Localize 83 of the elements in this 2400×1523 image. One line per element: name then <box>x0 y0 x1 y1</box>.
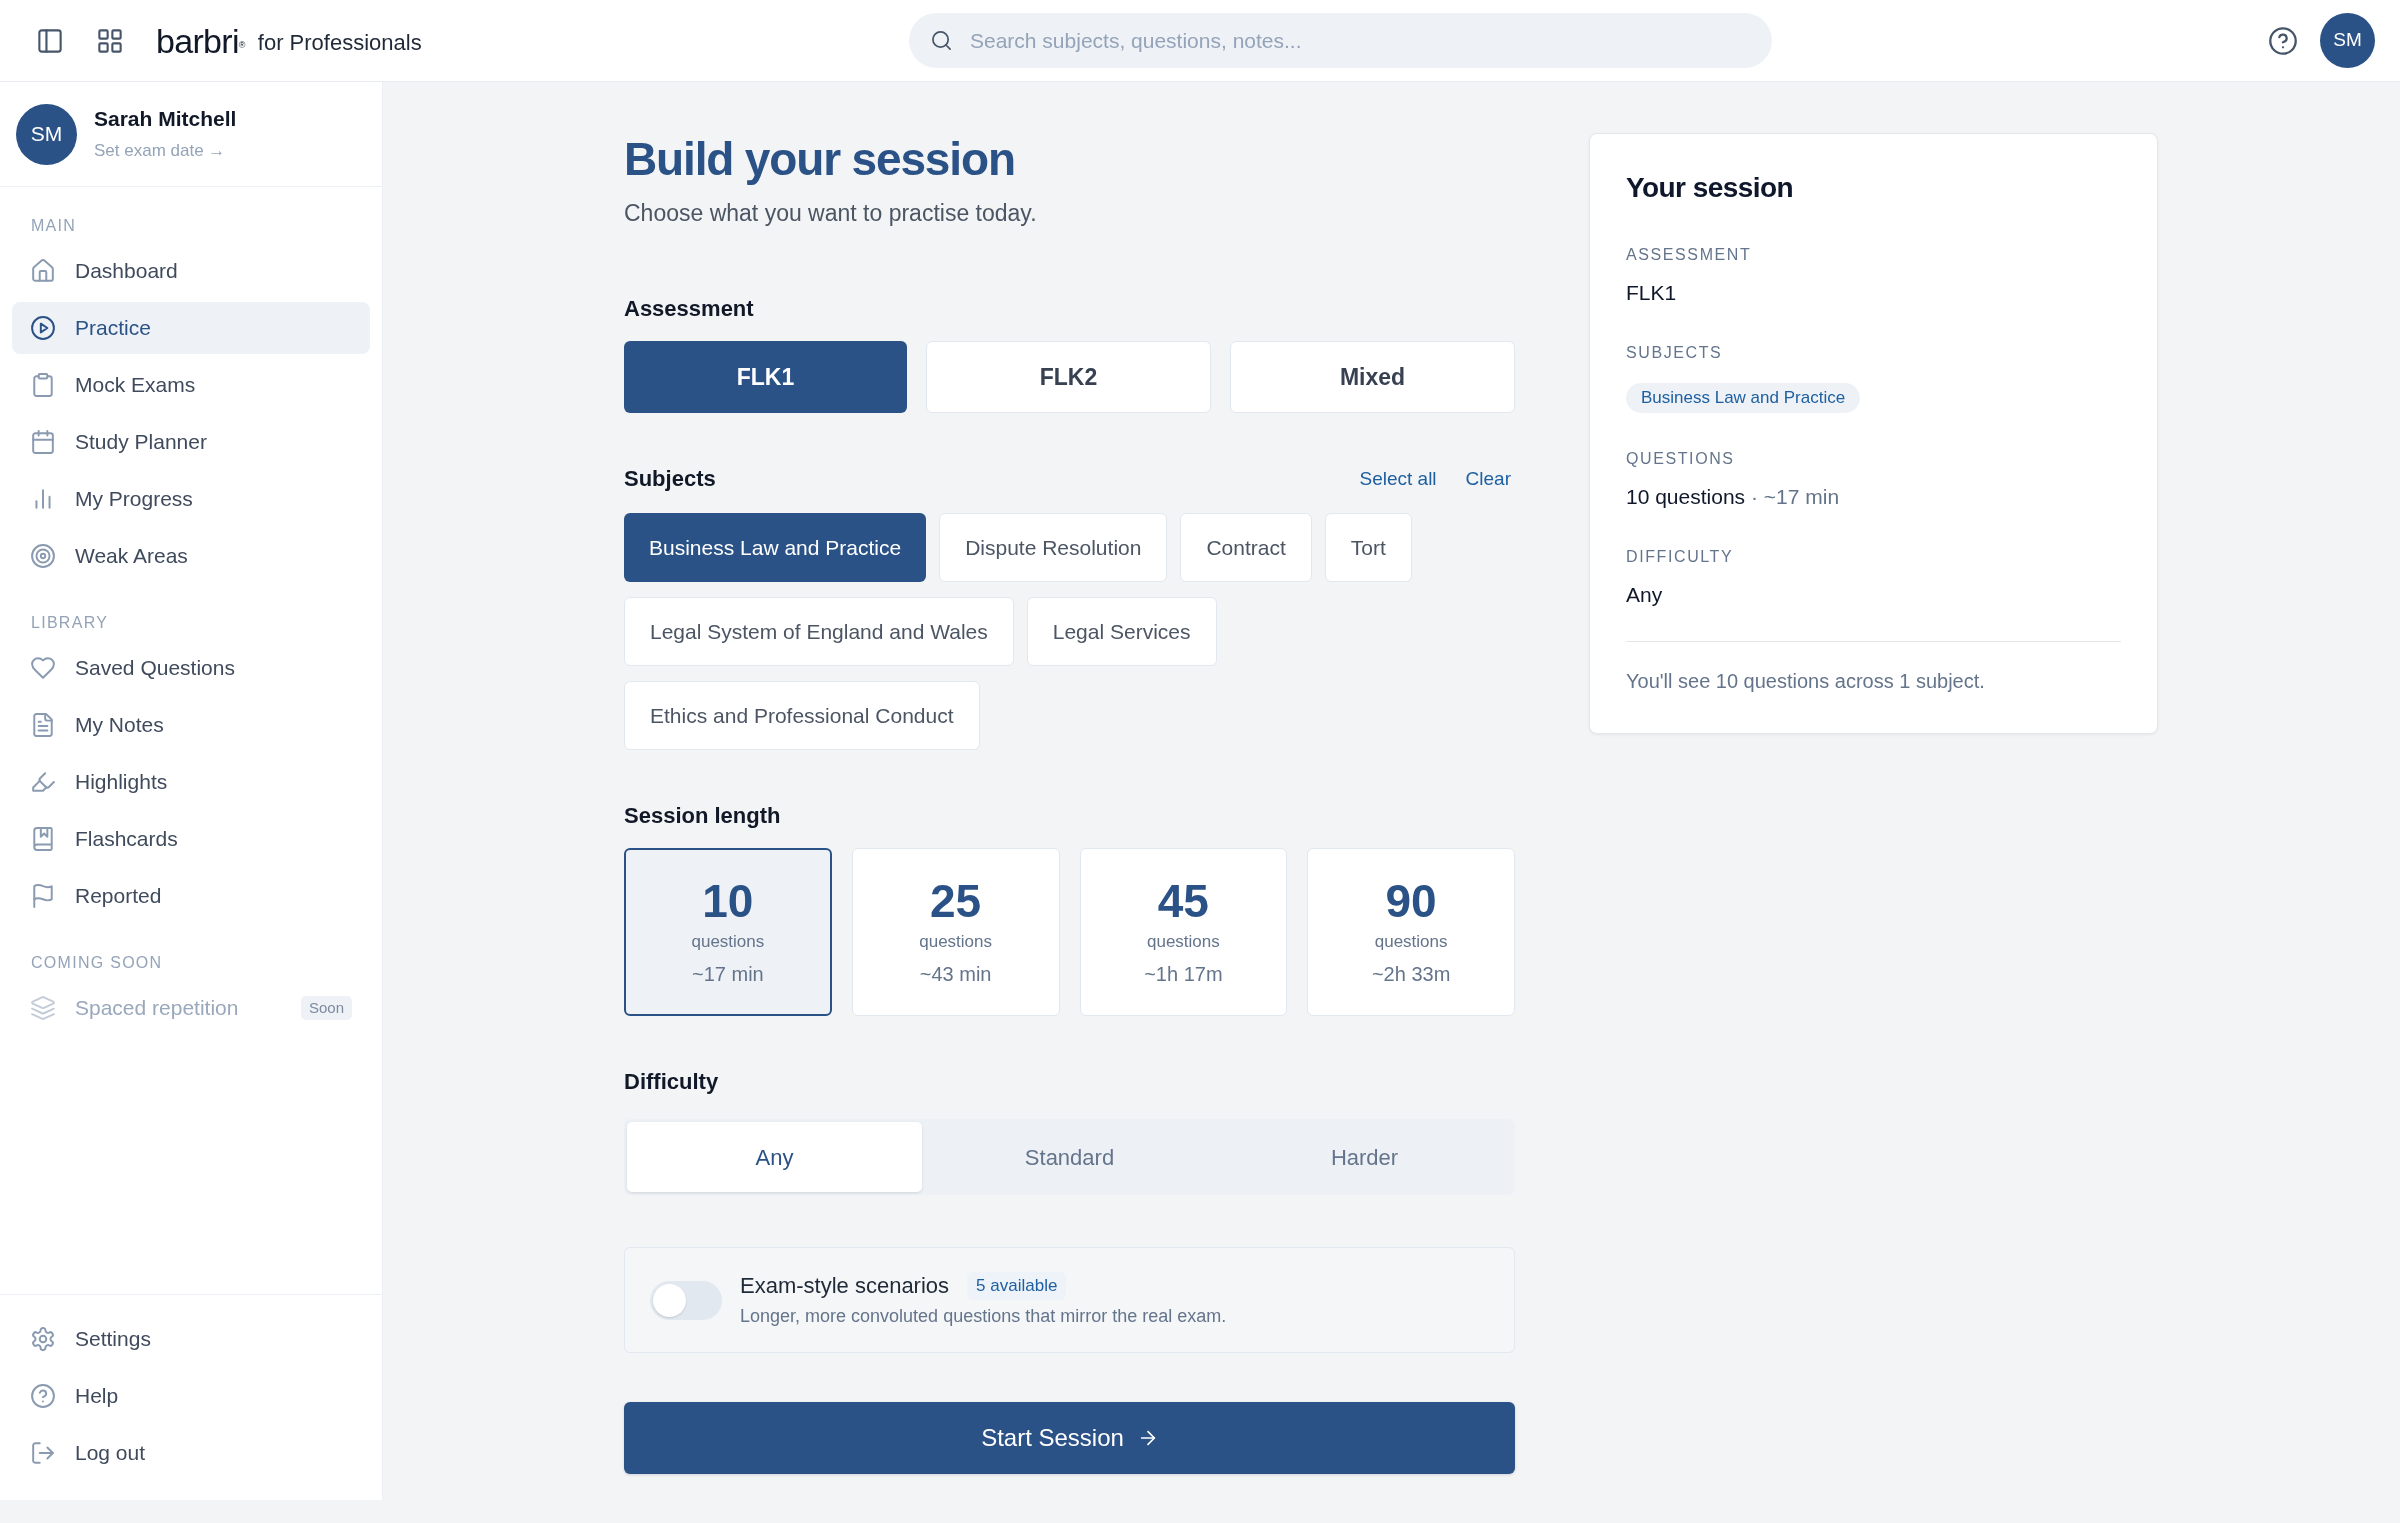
subject-chip[interactable]: Ethics and Professional Conduct <box>624 681 980 750</box>
session-length-option[interactable]: 25 questions ~43 min <box>851 848 1060 1016</box>
field-value: Any <box>1626 582 1663 608</box>
document-icon <box>31 713 55 737</box>
field-label: QUESTIONS <box>1626 449 1735 469</box>
highlighter-icon <box>31 770 55 794</box>
field-label: SUBJECTS <box>1626 343 1723 363</box>
nav-item[interactable]: Flashcards <box>12 813 370 865</box>
nav-item[interactable]: My Progress <box>12 473 370 525</box>
nav-item[interactable]: Saved Questions <box>12 642 370 694</box>
layers-icon <box>31 996 55 1020</box>
nav-item[interactable]: Log out <box>12 1427 370 1479</box>
play-circle-icon <box>31 316 55 340</box>
help-icon <box>31 1384 55 1408</box>
panel-title: Your session <box>1626 171 1794 205</box>
brand-tagline: for Professionals <box>257 28 422 57</box>
field-value: FLK1 <box>1626 280 1677 306</box>
nav-item: Spaced repetition Soon <box>12 982 370 1034</box>
nav-item[interactable]: Help <box>12 1370 370 1422</box>
action-link[interactable]: Select all <box>1359 466 1437 492</box>
section-label: MAIN <box>31 216 77 236</box>
difficulty-option[interactable]: Harder <box>1217 1122 1512 1192</box>
action-link[interactable]: Clear <box>1465 466 1511 492</box>
section-label: LIBRARY <box>31 613 109 633</box>
page-title: Build your session <box>624 132 1015 187</box>
section-label: Session length <box>624 802 781 830</box>
nav-item[interactable]: Mock Exams <box>12 359 370 411</box>
option-title: Exam-style scenarios <box>740 1272 950 1300</box>
nav-item[interactable]: Dashboard <box>12 245 370 297</box>
nav-item[interactable]: Practice <box>12 302 370 354</box>
page-subtitle: Choose what you want to practise today. <box>624 199 1037 228</box>
clipboard-icon <box>31 373 55 397</box>
field-value: 10 questions · ~17 min <box>1626 484 1840 510</box>
subject-chip[interactable]: Legal Services <box>1026 597 1217 666</box>
section-label: Assessment <box>624 295 754 323</box>
difficulty-option[interactable]: Any <box>627 1122 922 1192</box>
subject-chip[interactable]: Business Law and Practice <box>624 513 927 582</box>
availability-badge: 5 available <box>967 1272 1067 1300</box>
toggle-switch[interactable] <box>650 1280 722 1320</box>
flag-icon <box>31 884 55 908</box>
section-label: COMING SOON <box>31 953 163 973</box>
assessment-option[interactable]: FLK1 <box>624 341 907 413</box>
user-avatar[interactable]: SM <box>2320 13 2375 68</box>
assessment-option[interactable]: Mixed <box>1230 341 1515 413</box>
difficulty-option[interactable]: Standard <box>922 1122 1217 1192</box>
option-description: Longer, more convoluted questions that mirror the real exam. <box>740 1305 1227 1328</box>
search-field[interactable]: Search subjects, questions, notes... <box>909 13 1772 68</box>
user-avatar: SM <box>16 103 77 165</box>
subject-chip[interactable]: Contract <box>1180 513 1312 582</box>
subject-chip[interactable]: Dispute Resolution <box>939 513 1168 582</box>
nav-item[interactable]: My Notes <box>12 699 370 751</box>
section-label: Difficulty <box>624 1068 719 1096</box>
help-icon[interactable] <box>2269 26 2297 55</box>
field-label: DIFFICULTY <box>1626 547 1734 567</box>
heart-icon <box>31 656 55 680</box>
book-icon <box>31 827 55 851</box>
calendar-icon <box>31 430 55 454</box>
apps-grid-icon[interactable] <box>97 27 123 54</box>
nav-item[interactable]: Weak Areas <box>12 530 370 582</box>
sidebar-toggle-icon[interactable] <box>37 27 63 54</box>
brand-logo: barbri$^{®}$ <box>156 20 245 61</box>
start-button[interactable]: Start Session <box>624 1402 1515 1474</box>
field-label: ASSESSMENT <box>1626 245 1752 265</box>
session-length-option[interactable]: 90 questions ~2h 33m <box>1307 848 1515 1016</box>
subject-tag: Business Law and Practice <box>1626 383 1861 413</box>
search-icon <box>931 30 952 51</box>
nav-item[interactable]: Settings <box>12 1313 370 1365</box>
nav-item[interactable]: Highlights <box>12 756 370 808</box>
target-icon <box>31 544 55 568</box>
user-name: Sarah Mitchell <box>94 106 237 132</box>
home-icon <box>31 259 55 283</box>
settings-icon <box>31 1327 55 1351</box>
subject-chip[interactable]: Legal System of England and Wales <box>624 597 1014 666</box>
subject-chip[interactable]: Tort <box>1324 513 1412 582</box>
session-length-option[interactable]: 10 questions ~17 min <box>624 848 832 1016</box>
status-badge: Soon <box>300 996 352 1020</box>
summary-note: You'll see 10 questions across 1 subject. <box>1626 669 1985 694</box>
nav-item[interactable]: Reported <box>12 870 370 922</box>
assessment-option[interactable]: FLK2 <box>926 341 1211 413</box>
section-label: Subjects <box>624 465 716 493</box>
nav-item[interactable]: Study Planner <box>12 416 370 468</box>
logout-icon <box>31 1441 55 1465</box>
session-length-option[interactable]: 45 questions ~1h 17m <box>1079 848 1288 1016</box>
